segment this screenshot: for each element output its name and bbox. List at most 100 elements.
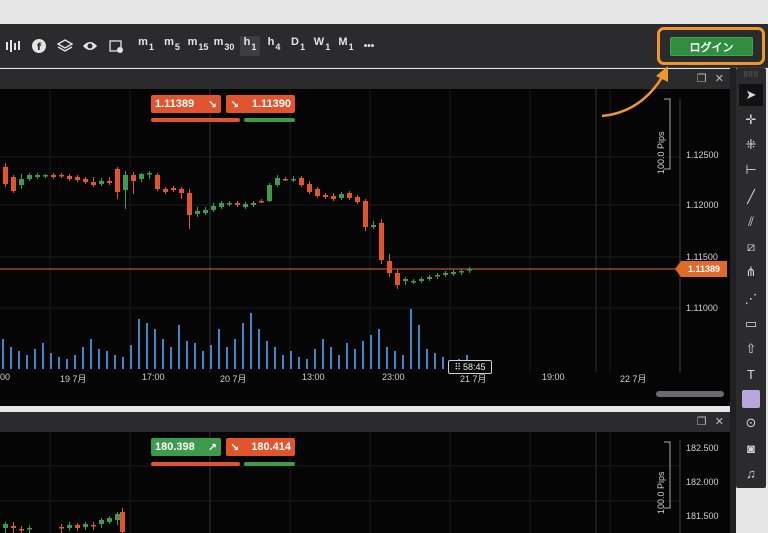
alert-bell-icon[interactable]: ♫ <box>739 462 763 484</box>
sell-quote[interactable]: 1.11389 ↘ <box>151 95 221 113</box>
volume-bar <box>290 351 292 369</box>
color-swatch[interactable] <box>739 388 763 410</box>
close-icon[interactable]: ✕ <box>715 415 724 428</box>
price-tick: 1.12000 <box>686 200 719 210</box>
indicators-icon[interactable] <box>3 24 23 68</box>
candle <box>67 525 72 528</box>
cursor-tool-icon[interactable]: ➤ <box>739 84 763 106</box>
candle <box>91 182 96 185</box>
line-width-icon[interactable]: ⊙ <box>739 412 763 434</box>
price-tick: 1.11000 <box>686 303 718 313</box>
candle <box>203 210 208 213</box>
fundamentals-icon[interactable]: f <box>29 24 49 68</box>
candle <box>435 275 440 277</box>
crosshair-dotted-tool-icon[interactable]: ⁜ <box>739 134 763 156</box>
volume-bar <box>346 343 348 369</box>
chart-settings-icon[interactable] <box>106 24 126 68</box>
candle <box>451 272 456 274</box>
candle <box>315 189 320 196</box>
layers-icon[interactable] <box>55 24 75 68</box>
sell-price: 1.11389 <box>155 98 195 110</box>
volume-bar <box>282 355 284 369</box>
sell-sentiment-bar <box>151 118 240 122</box>
time-tick: 19 7月 <box>60 374 87 384</box>
sidebar-grip-icon[interactable]: ⠿⠿⠿ <box>739 72 763 79</box>
horizontal-scrollbar[interactable] <box>656 391 724 397</box>
candle <box>283 179 288 181</box>
candle <box>99 520 104 524</box>
timeframe-h1[interactable]: h1 <box>240 36 260 56</box>
volume-bar <box>322 339 324 369</box>
candle <box>459 271 464 273</box>
fibonacci-tool-icon[interactable]: ⋰ <box>739 288 763 310</box>
volume-bar <box>234 339 236 369</box>
text-tool-icon[interactable]: T <box>739 363 763 385</box>
candle <box>3 167 8 184</box>
volume-bar <box>18 351 20 369</box>
timeframe-m5[interactable]: m5 <box>162 36 182 56</box>
browser-top-strip <box>0 0 768 24</box>
candle <box>59 175 64 177</box>
price-chart-1[interactable] <box>0 89 730 406</box>
volume-bar <box>186 341 188 369</box>
price-chart-2[interactable] <box>0 432 730 533</box>
panel-header: ❐ ✕ <box>0 412 730 432</box>
price-tick: 182.500 <box>686 443 719 453</box>
ray-tool-icon[interactable]: ⫽ <box>739 211 763 233</box>
candle-countdown: ⠿ 58:45 <box>448 360 492 374</box>
price-tick: 181.500 <box>686 511 719 521</box>
more-options-icon[interactable]: ••• <box>360 24 378 68</box>
maximize-icon[interactable]: ❐ <box>697 415 707 428</box>
candle <box>67 176 72 179</box>
sell-quote[interactable]: 180.398 ↗ <box>151 438 221 456</box>
candle <box>331 196 336 199</box>
rectangle-tool-icon[interactable]: ▭ <box>739 313 763 335</box>
volume-bar <box>178 325 180 369</box>
volume-bar <box>306 359 308 369</box>
candle <box>179 189 184 193</box>
volume-bar <box>370 335 372 369</box>
candle <box>51 175 56 177</box>
volume-bar <box>362 341 364 369</box>
timeframe-m15[interactable]: m 15 <box>188 36 209 56</box>
timeframe-h4[interactable]: h4 <box>264 36 284 56</box>
drag-handle-icon: ⠿ <box>454 361 462 372</box>
timeframe-M1[interactable]: M1 <box>336 36 356 56</box>
login-button[interactable]: ログイン <box>670 37 753 56</box>
timeframe-m1[interactable]: m1 <box>136 36 156 56</box>
candle <box>43 175 48 177</box>
drawing-tools-sidebar: ⠿⠿⠿ ➤ ✛ ⁜ ⊢ ╱ ⫽ ⧄ ⋔ ⋰ ▭ ⇧ T ⊙ ◙ ♫ <box>736 68 766 488</box>
arrow-shape-tool-icon[interactable]: ⇧ <box>739 338 763 360</box>
buy-quote[interactable]: ↘ 180.414 <box>226 438 295 456</box>
volume-bar <box>386 347 388 369</box>
timeframe-m30[interactable]: m 30 <box>214 36 235 56</box>
volume-bar <box>98 349 100 369</box>
buy-price: 180.414 <box>251 441 291 453</box>
crosshair-tool-icon[interactable]: ✛ <box>739 109 763 131</box>
pitchfork-tool-icon[interactable]: ⋔ <box>739 261 763 283</box>
volume-bar <box>250 313 252 369</box>
channel-tool-icon[interactable]: ⧄ <box>739 236 763 258</box>
login-highlight: ログイン <box>657 27 765 65</box>
candle <box>275 178 280 185</box>
trading-app: f m 1 m 5 m 15 m 30 h 1 h 4 D 1 W 1 M 1 ••• ログイン ❐ ✕ 1.11… <box>0 0 768 533</box>
close-icon[interactable]: ✕ <box>715 72 724 85</box>
trend-line-tool-icon[interactable]: ╱ <box>739 186 763 208</box>
volume-bar <box>50 353 52 369</box>
eye-icon[interactable] <box>80 24 100 68</box>
volume-bar <box>410 309 412 369</box>
candle <box>107 181 112 183</box>
candle <box>19 179 24 185</box>
buy-quote[interactable]: ↘ 1.11390 <box>226 95 295 113</box>
maximize-icon[interactable]: ❐ <box>697 72 707 85</box>
candle <box>419 279 424 281</box>
candle <box>323 195 328 197</box>
timeframe-W1[interactable]: W1 <box>312 36 332 56</box>
candle <box>363 201 368 227</box>
candle <box>139 174 144 179</box>
candle <box>187 193 192 215</box>
camera-icon[interactable]: ◙ <box>739 437 763 459</box>
measure-tool-icon[interactable]: ⊢ <box>739 159 763 181</box>
timeframe-D1[interactable]: D1 <box>288 36 308 56</box>
volume-bar <box>162 339 164 369</box>
